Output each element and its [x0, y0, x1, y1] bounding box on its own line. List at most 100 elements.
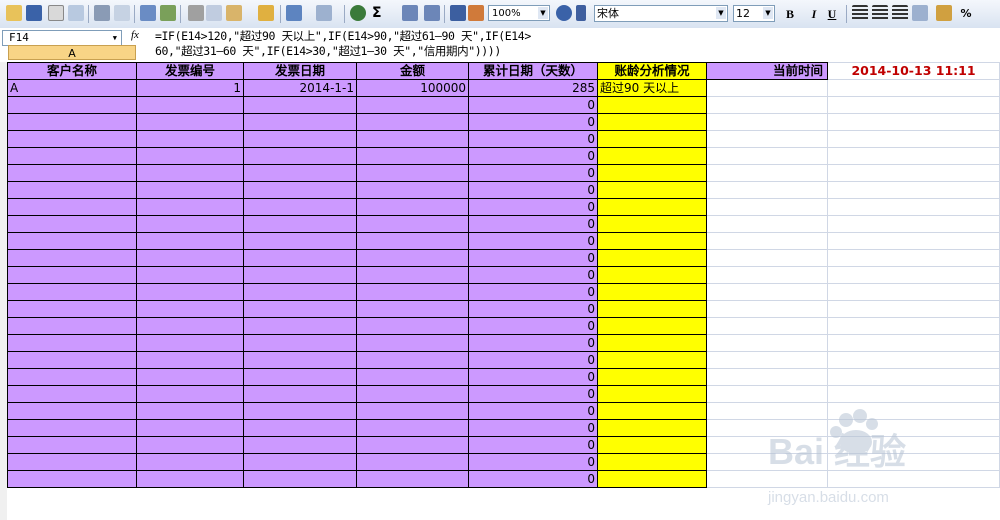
table-cell[interactable] — [597, 283, 707, 301]
sort-ascending-icon[interactable] — [402, 5, 418, 21]
empty-cell[interactable] — [706, 317, 828, 335]
empty-cell[interactable] — [827, 147, 1000, 165]
table-cell[interactable] — [597, 368, 707, 386]
table-cell[interactable] — [243, 419, 357, 437]
bold-button[interactable]: B — [782, 6, 798, 22]
table-cell[interactable] — [243, 453, 357, 471]
table-cell[interactable] — [356, 113, 469, 131]
empty-cell[interactable] — [827, 300, 1000, 318]
table-cell[interactable] — [597, 266, 707, 284]
empty-cell[interactable] — [827, 96, 1000, 114]
table-cell[interactable] — [7, 470, 137, 488]
table-cell[interactable] — [243, 96, 357, 114]
table-cell[interactable] — [243, 181, 357, 199]
empty-cell[interactable] — [827, 130, 1000, 148]
chevron-down-icon[interactable]: ▼ — [763, 7, 773, 19]
column-header-cell[interactable]: 账龄分析情况 — [597, 62, 707, 80]
empty-cell[interactable] — [827, 385, 1000, 403]
table-cell[interactable] — [356, 419, 469, 437]
table-cell[interactable] — [7, 232, 137, 250]
table-cell[interactable] — [597, 232, 707, 250]
mail-icon[interactable] — [68, 5, 84, 21]
empty-cell[interactable] — [706, 96, 828, 114]
current-time-value[interactable]: 2014-10-13 11:11 — [827, 62, 1000, 80]
table-cell[interactable] — [243, 164, 357, 182]
table-cell[interactable] — [7, 368, 137, 386]
table-cell[interactable] — [356, 470, 469, 488]
table-cell[interactable] — [7, 113, 137, 131]
empty-cell[interactable] — [706, 249, 828, 267]
table-cell[interactable]: 0 — [468, 164, 598, 182]
table-cell[interactable] — [136, 249, 244, 267]
table-cell[interactable] — [597, 147, 707, 165]
align-right-icon[interactable] — [892, 5, 908, 21]
spelling-icon[interactable] — [140, 5, 156, 21]
empty-cell[interactable] — [706, 419, 828, 437]
table-cell[interactable] — [7, 436, 137, 454]
empty-cell[interactable] — [827, 215, 1000, 233]
empty-cell[interactable] — [827, 419, 1000, 437]
table-cell[interactable] — [597, 453, 707, 471]
table-cell[interactable] — [136, 164, 244, 182]
insert-function-icon[interactable]: fx — [131, 29, 139, 41]
empty-cell[interactable] — [706, 402, 828, 420]
table-cell[interactable]: 0 — [468, 113, 598, 131]
table-cell[interactable] — [136, 198, 244, 216]
table-cell[interactable]: 超过90 天以上 — [597, 79, 707, 97]
sort-descending-icon[interactable] — [424, 5, 440, 21]
empty-cell[interactable] — [827, 113, 1000, 131]
empty-cell[interactable] — [706, 266, 828, 284]
table-cell[interactable] — [356, 181, 469, 199]
table-cell[interactable]: 0 — [468, 317, 598, 335]
table-cell[interactable]: 0 — [468, 283, 598, 301]
table-cell[interactable] — [243, 470, 357, 488]
table-cell[interactable] — [136, 215, 244, 233]
table-cell[interactable] — [356, 453, 469, 471]
table-cell[interactable] — [7, 334, 137, 352]
table-cell[interactable] — [136, 181, 244, 199]
table-cell[interactable]: 0 — [468, 334, 598, 352]
table-cell[interactable] — [356, 334, 469, 352]
table-cell[interactable] — [356, 249, 469, 267]
print-preview-icon[interactable] — [114, 5, 130, 21]
table-cell[interactable]: 0 — [468, 181, 598, 199]
table-cell[interactable] — [597, 130, 707, 148]
table-cell[interactable] — [136, 453, 244, 471]
empty-cell[interactable] — [827, 198, 1000, 216]
table-cell[interactable]: 0 — [468, 232, 598, 250]
table-cell[interactable]: 100000 — [356, 79, 469, 97]
empty-cell[interactable] — [827, 164, 1000, 182]
table-cell[interactable] — [243, 385, 357, 403]
permission-icon[interactable] — [48, 5, 64, 21]
table-cell[interactable] — [136, 283, 244, 301]
table-cell[interactable] — [597, 249, 707, 267]
table-cell[interactable]: 0 — [468, 402, 598, 420]
empty-cell[interactable] — [827, 436, 1000, 454]
table-cell[interactable] — [356, 283, 469, 301]
table-cell[interactable]: 0 — [468, 470, 598, 488]
empty-cell[interactable] — [827, 181, 1000, 199]
table-cell[interactable]: 0 — [468, 368, 598, 386]
table-cell[interactable] — [243, 215, 357, 233]
chart-wizard-icon[interactable] — [450, 5, 466, 21]
table-cell[interactable] — [243, 266, 357, 284]
empty-cell[interactable] — [827, 317, 1000, 335]
italic-button[interactable]: I — [806, 6, 822, 22]
table-cell[interactable]: 0 — [468, 385, 598, 403]
empty-cell[interactable] — [827, 470, 1000, 488]
chevron-down-icon[interactable]: ▼ — [716, 7, 726, 19]
table-cell[interactable] — [597, 215, 707, 233]
drawing-icon[interactable] — [468, 5, 484, 21]
column-header-cell[interactable]: 累计日期（天数） — [468, 62, 598, 80]
table-cell[interactable] — [136, 419, 244, 437]
table-cell[interactable] — [597, 436, 707, 454]
table-cell[interactable] — [356, 300, 469, 318]
table-cell[interactable] — [243, 300, 357, 318]
table-cell[interactable] — [7, 181, 137, 199]
column-header-cell[interactable]: 发票日期 — [243, 62, 357, 80]
table-cell[interactable] — [136, 334, 244, 352]
table-cell[interactable] — [7, 96, 137, 114]
table-cell[interactable]: 0 — [468, 351, 598, 369]
table-cell[interactable] — [136, 402, 244, 420]
empty-cell[interactable] — [827, 283, 1000, 301]
